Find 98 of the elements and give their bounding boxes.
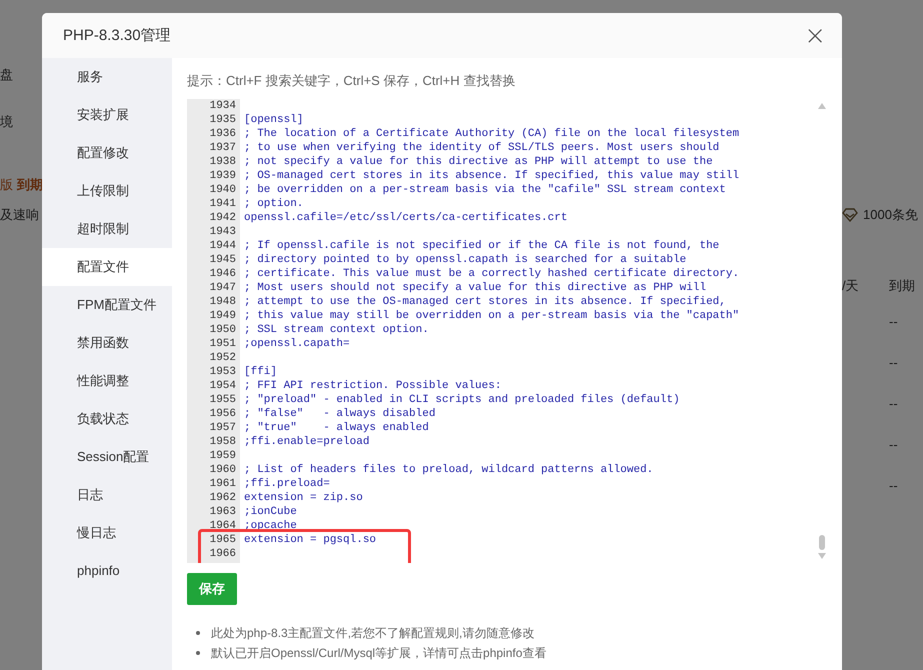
line-number: 1959	[187, 449, 240, 463]
scrollbar-thumb[interactable]	[819, 535, 825, 550]
code-line: ; directory pointed to by openssl.capath is searched for a suitable	[244, 254, 686, 266]
line-number: 1966	[187, 547, 240, 561]
line-number: 1940	[187, 183, 240, 197]
code-line: ;ffi.preload=	[244, 478, 330, 490]
line-number: 1938	[187, 155, 240, 169]
diamond-icon	[842, 208, 858, 222]
sidebar-item[interactable]: phpinfo	[42, 552, 172, 590]
code-line: ; "preload" - enabled in CLI scripts and preloaded files (default)	[244, 394, 680, 406]
table-cell: --	[889, 314, 898, 329]
scroll-up-icon[interactable]	[818, 103, 826, 109]
bullet-icon	[196, 651, 200, 655]
code-line: ; to use when verifying the identity of SSL/TLS peers. Most users should	[244, 142, 720, 154]
line-number: 1953	[187, 365, 240, 379]
background-text: 版	[0, 176, 13, 194]
sidebar-item[interactable]: 超时限制	[42, 210, 172, 248]
code-line: extension = pgsql.so	[244, 534, 376, 546]
sidebar-item[interactable]: 配置文件	[42, 248, 172, 286]
line-number: 1960	[187, 463, 240, 477]
line-number: 1934	[187, 99, 240, 113]
code-line: ; "true" - always enabled	[244, 422, 429, 434]
note-text: 默认已开启Openssl/Curl/Mysql等扩展，详情可点击phpinfo查看	[211, 644, 546, 662]
code-line: ;openssl.capath=	[244, 338, 350, 350]
line-number: 1955	[187, 393, 240, 407]
code-line: ; The location of a Certificate Authority (CA) file on the local filesystem	[244, 128, 740, 140]
code-line: ; option.	[244, 198, 304, 210]
table-cell: --	[889, 437, 898, 452]
dialog-title: PHP-8.3.30管理	[63, 26, 171, 45]
sidebar-item[interactable]: 负载状态	[42, 400, 172, 438]
code-line: ; Most users should not specify a value for this directive as PHP will	[244, 282, 706, 294]
line-number: 1943	[187, 225, 240, 239]
sidebar-item[interactable]: 上传限制	[42, 172, 172, 210]
code-line: ; FFI API restriction. Possible values:	[244, 380, 502, 392]
table-cell: --	[889, 355, 898, 370]
code-line: [openssl]	[244, 114, 304, 126]
code-line: ; "false" - always disabled	[244, 408, 436, 420]
close-button[interactable]: ×	[800, 22, 830, 48]
background-text: 境	[0, 113, 13, 131]
sidebar-item[interactable]: 服务	[42, 58, 172, 96]
sidebar-item[interactable]: FPM配置文件	[42, 286, 172, 324]
line-number: 1956	[187, 407, 240, 421]
promo-text: 1000条免	[863, 206, 918, 224]
background-text: 盘	[0, 66, 13, 84]
line-number: 1962	[187, 491, 240, 505]
line-number: 1937	[187, 141, 240, 155]
sidebar-item[interactable]: Session配置	[42, 438, 172, 476]
line-number: 1952	[187, 351, 240, 365]
line-number: 1949	[187, 309, 240, 323]
table-cell: --	[889, 396, 898, 411]
note-text: 此处为php-8.3主配置文件,若您不了解配置规则,请勿随意修改	[211, 624, 534, 642]
code-line: ;ionCube	[244, 506, 297, 518]
code-line: ; this value may still be overridden on a per-stream basis via the "capath"	[244, 310, 740, 322]
code-line: ; OS-managed cert stores in its absence. If specified, this value may still	[244, 170, 740, 182]
sidebar-item[interactable]: 慢日志	[42, 514, 172, 552]
line-number: 1961	[187, 477, 240, 491]
line-number: 1942	[187, 211, 240, 225]
column-header: 到期	[889, 277, 915, 295]
code-line: openssl.cafile=/etc/ssl/certs/ca-certificates.crt	[244, 212, 568, 224]
line-number: 1944	[187, 239, 240, 253]
sidebar-item[interactable]: 禁用函数	[42, 324, 172, 362]
code-line: ; List of headers files to preload, wildcard patterns allowed.	[244, 464, 654, 476]
code-line: [ffi]	[244, 366, 278, 378]
line-number: 1946	[187, 267, 240, 281]
background-text: 及速响	[0, 206, 39, 224]
bullet-icon	[196, 631, 200, 635]
code-line: extension = zip.so	[244, 492, 363, 504]
code-line: ;ffi.enable=preload	[244, 436, 370, 448]
hint-text: 提示：Ctrl+F 搜索关键字，Ctrl+S 保存，Ctrl+H 查找替换	[187, 72, 516, 90]
line-number: 1939	[187, 169, 240, 183]
line-number: 1963	[187, 505, 240, 519]
line-number: 1950	[187, 323, 240, 337]
code-line: ; SSL stream context option.	[244, 324, 429, 336]
background-text: 到期	[17, 176, 43, 194]
column-header: /天	[842, 277, 859, 295]
scroll-down-icon[interactable]	[818, 553, 826, 559]
code-line: ; If openssl.cafile is not specified or if the CA file is not found, the	[244, 240, 720, 252]
line-number: 1951	[187, 337, 240, 351]
sidebar-item[interactable]: 性能调整	[42, 362, 172, 400]
code-line: ; not specify a value for this directive as PHP will attempt to use the	[244, 156, 713, 168]
code-line: ; certificate. This value must be a correctly hashed certificate directory.	[244, 268, 740, 280]
line-number: 1941	[187, 197, 240, 211]
sidebar-item[interactable]: 日志	[42, 476, 172, 514]
code-line: ; be overridden on a per-stream basis via the "cafile" SSL stream context	[244, 184, 726, 196]
line-number: 1958	[187, 435, 240, 449]
code-line: ; attempt to use the OS-managed cert stores in its absence. If specified,	[244, 296, 726, 308]
code-line: ;opcache	[244, 520, 297, 532]
line-number: 1954	[187, 379, 240, 393]
line-number: 1948	[187, 295, 240, 309]
table-cell: --	[889, 478, 898, 493]
line-number: 1936	[187, 127, 240, 141]
line-number: 1935	[187, 113, 240, 127]
line-number: 1945	[187, 253, 240, 267]
sidebar-item[interactable]: 配置修改	[42, 134, 172, 172]
line-number: 1965	[187, 533, 240, 547]
line-number: 1957	[187, 421, 240, 435]
line-number: 1947	[187, 281, 240, 295]
sidebar-item[interactable]: 安装扩展	[42, 96, 172, 134]
